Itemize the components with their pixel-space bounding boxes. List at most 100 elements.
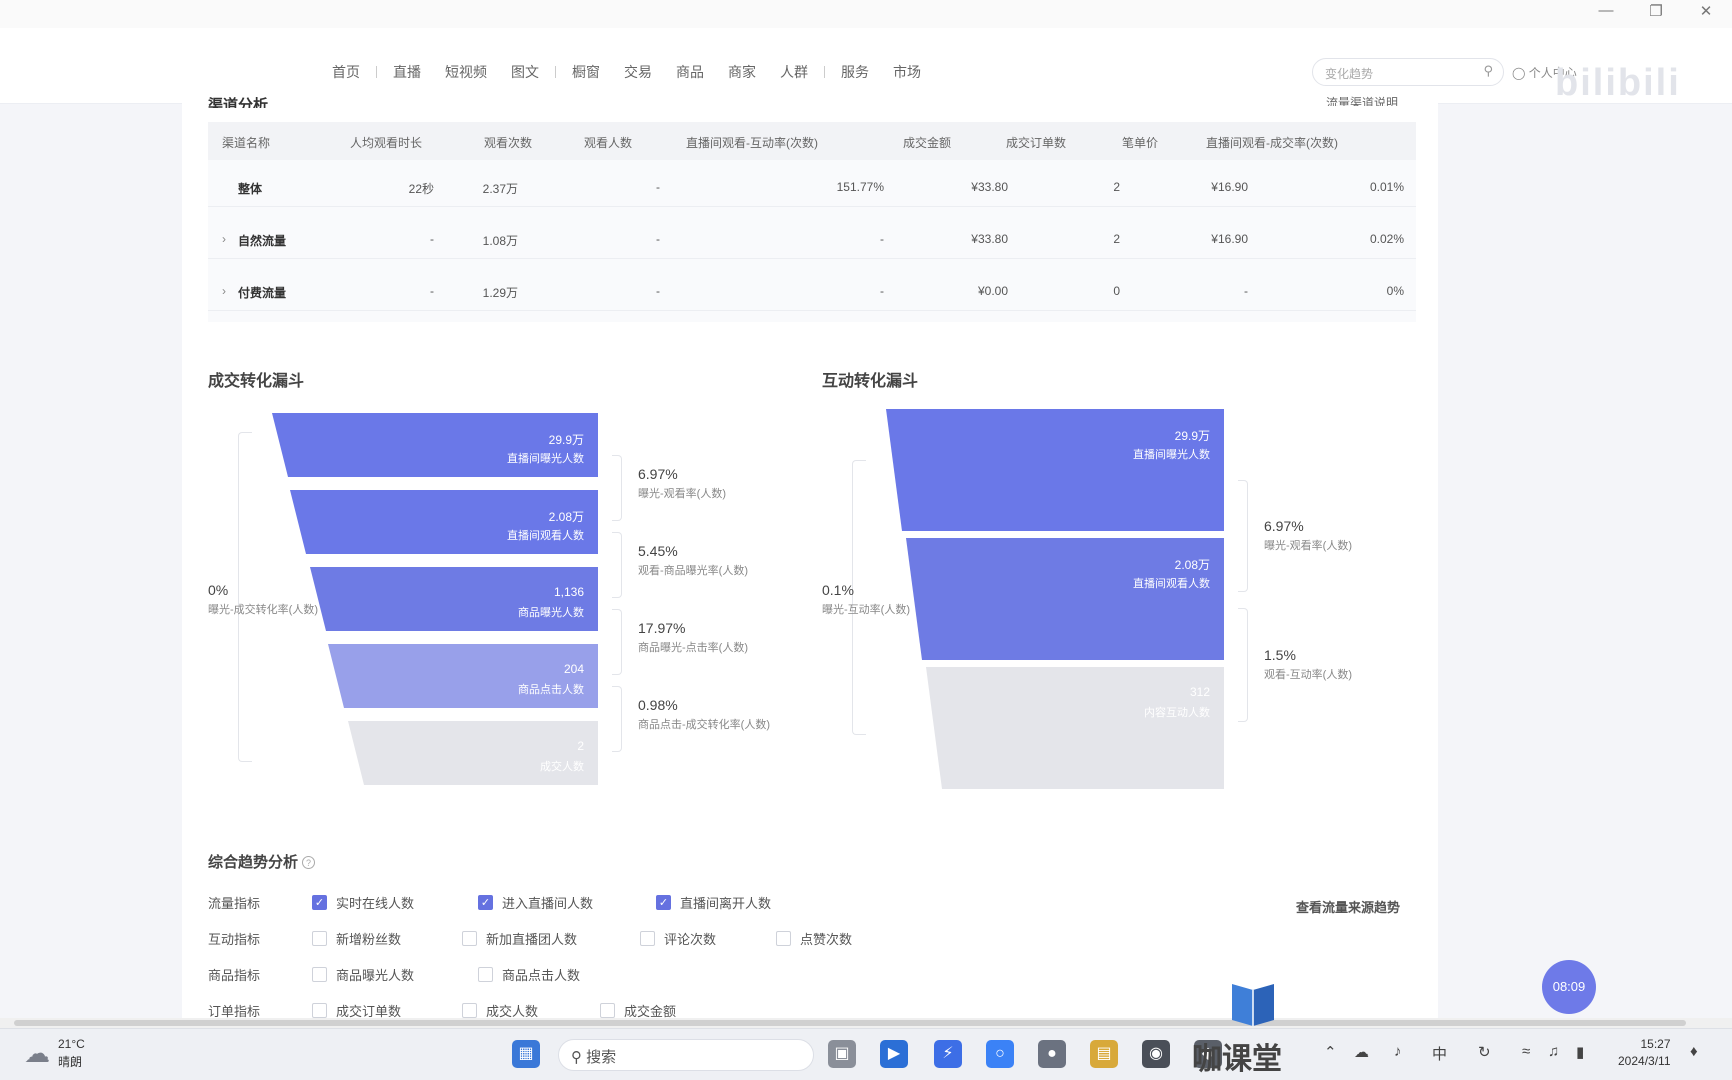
checkbox-empty-icon[interactable] bbox=[312, 967, 327, 982]
nav-item[interactable]: 交易 bbox=[612, 62, 664, 82]
minimize-button[interactable]: — bbox=[1586, 2, 1626, 19]
nav-item[interactable]: 图文 bbox=[499, 62, 551, 82]
restore-button[interactable]: ❐ bbox=[1636, 2, 1676, 20]
notification-bell-icon[interactable]: ♦ bbox=[1690, 1043, 1698, 1060]
cell-orders: 2 bbox=[1113, 232, 1120, 246]
funnel-stage[interactable]: 1,136 商品曝光人数 bbox=[310, 567, 598, 631]
search-input[interactable]: 变化趋势 ⚲ bbox=[1312, 58, 1504, 86]
stage-label: 直播间曝光人数 bbox=[507, 453, 584, 465]
col-header: 观看次数 bbox=[484, 136, 533, 150]
metric-checkbox[interactable]: 评论次数 bbox=[640, 929, 716, 948]
cell-conv-rate: 0.01% bbox=[1369, 180, 1404, 194]
close-button[interactable]: ✕ bbox=[1686, 2, 1726, 20]
weather-widget[interactable]: ☁ 21°C 晴朗 bbox=[24, 1037, 85, 1070]
metric-checkbox[interactable]: ✓ 实时在线人数 bbox=[312, 893, 414, 912]
meeting-app-icon[interactable]: ▶ bbox=[880, 1040, 908, 1068]
search-icon[interactable]: ⚲ bbox=[1483, 63, 1493, 79]
sync-icon[interactable]: ↻ bbox=[1478, 1043, 1491, 1061]
conversion-rate: 5.45% 观看-商品曝光率(人数) bbox=[638, 543, 748, 578]
cell-avg-time: 22秒 bbox=[408, 182, 434, 196]
funnel-stage[interactable]: 2 成交人数 bbox=[348, 721, 598, 785]
checkbox-checked-icon[interactable]: ✓ bbox=[312, 895, 327, 910]
nav-item[interactable]: 服务 bbox=[829, 62, 881, 82]
cloud-icon[interactable]: ☁ bbox=[1354, 1043, 1369, 1061]
checkbox-checked-icon[interactable]: ✓ bbox=[478, 895, 493, 910]
nav-item[interactable]: 短视频 bbox=[433, 62, 499, 82]
cell-unit-price: ¥16.90 bbox=[1211, 232, 1248, 246]
metric-checkbox[interactable]: 商品曝光人数 bbox=[312, 965, 414, 984]
nav-item[interactable]: 市场 bbox=[881, 62, 933, 82]
rate-percent: 5.45% bbox=[638, 543, 678, 559]
nav-item[interactable]: 商家 bbox=[716, 62, 768, 82]
start-icon[interactable]: ▦ bbox=[512, 1040, 540, 1068]
lightning-app-icon[interactable]: ⚡ bbox=[934, 1040, 962, 1068]
expand-chevron-icon[interactable]: › bbox=[222, 284, 226, 298]
wifi-icon[interactable]: ≈ bbox=[1522, 1043, 1530, 1060]
chevron-up-icon[interactable]: ⌃ bbox=[1324, 1043, 1337, 1061]
rate-label: 曝光-观看率(人数) bbox=[1264, 540, 1352, 552]
checkbox-empty-icon[interactable] bbox=[776, 931, 791, 946]
metric-checkbox[interactable]: ✓ 直播间离开人数 bbox=[656, 893, 771, 912]
stage-value: 312 bbox=[1189, 685, 1210, 699]
funnel-stage[interactable]: 2.08万 直播间观看人数 bbox=[906, 538, 1224, 660]
nav-item[interactable]: 首页 bbox=[320, 62, 372, 82]
metric-group-label: 互动指标 bbox=[208, 932, 261, 947]
interact-funnel-title: 互动转化漏斗 bbox=[822, 373, 919, 390]
checkbox-empty-icon[interactable] bbox=[462, 931, 477, 946]
deal-funnel-title: 成交转化漏斗 bbox=[208, 373, 305, 390]
task-view-icon[interactable]: ▣ bbox=[828, 1040, 856, 1068]
timer-badge[interactable]: 08:09 bbox=[1542, 960, 1596, 1014]
volume-icon[interactable]: ♫ bbox=[1548, 1043, 1559, 1060]
metric-checkbox[interactable]: 新增粉丝数 bbox=[312, 929, 401, 948]
taskbar-search[interactable]: ⚲ 搜索 bbox=[558, 1039, 814, 1071]
ime-indicator[interactable]: 中 bbox=[1432, 1043, 1447, 1064]
metric-option-label: 商品点击人数 bbox=[502, 968, 581, 983]
funnel-stage[interactable]: 312 内容互动人数 bbox=[926, 667, 1224, 789]
cell-name: 自然流量 bbox=[238, 234, 287, 248]
wechat-icon[interactable]: ● bbox=[1038, 1040, 1066, 1068]
nav-item[interactable]: 橱窗 bbox=[560, 62, 612, 82]
checkbox-empty-icon[interactable] bbox=[312, 931, 327, 946]
view-traffic-source-trend-link[interactable]: 查看流量来源趋势 bbox=[1296, 897, 1400, 916]
cell-gmv: ¥0.00 bbox=[977, 284, 1008, 298]
microphone-icon[interactable]: ♪ bbox=[1394, 1043, 1402, 1060]
checkbox-checked-icon[interactable]: ✓ bbox=[656, 895, 671, 910]
nav-item[interactable]: 人群 bbox=[768, 62, 820, 82]
checkbox-empty-icon[interactable] bbox=[600, 1003, 615, 1018]
metric-checkbox[interactable]: 商品点击人数 bbox=[478, 965, 580, 984]
col-header: 渠道名称 bbox=[222, 136, 271, 150]
table-row bbox=[208, 274, 1416, 322]
metric-checkbox[interactable]: ✓ 进入直播间人数 bbox=[478, 893, 593, 912]
funnel-stage[interactable]: 29.9万 直播间曝光人数 bbox=[272, 413, 598, 477]
battery-icon[interactable]: ▮ bbox=[1576, 1043, 1584, 1061]
metric-checkbox[interactable]: 点赞次数 bbox=[776, 929, 852, 948]
nav-item[interactable]: 直播 bbox=[381, 62, 433, 82]
rate-label: 商品点击-成交转化率(人数) bbox=[638, 719, 770, 731]
chat-app-icon[interactable]: ○ bbox=[986, 1040, 1014, 1068]
bilibili-watermark: bilibili bbox=[1555, 62, 1681, 104]
help-icon[interactable]: ? bbox=[302, 856, 316, 869]
checkbox-empty-icon[interactable] bbox=[312, 1003, 327, 1018]
checkbox-empty-icon[interactable] bbox=[478, 967, 493, 982]
funnel-stage[interactable]: 2.08万 直播间观看人数 bbox=[290, 490, 598, 554]
checkbox-empty-icon[interactable] bbox=[462, 1003, 477, 1018]
browser-icon[interactable]: ◉ bbox=[1142, 1040, 1170, 1068]
checkbox-empty-icon[interactable] bbox=[640, 931, 655, 946]
file-explorer-icon[interactable]: ▤ bbox=[1090, 1040, 1118, 1068]
cell-interact-rate: - bbox=[880, 284, 884, 298]
stage-label: 商品曝光人数 bbox=[518, 607, 584, 619]
channel-explain-link[interactable]: 流量渠道说明 bbox=[1326, 94, 1398, 106]
funnel-stage[interactable]: 204 商品点击人数 bbox=[328, 644, 598, 708]
expand-chevron-icon[interactable]: › bbox=[222, 232, 226, 246]
metric-checkbox[interactable]: 新加直播团人数 bbox=[462, 929, 577, 948]
system-clock[interactable]: 15:27 2024/3/11 bbox=[1618, 1037, 1671, 1068]
horizontal-scrollbar[interactable] bbox=[0, 1018, 1732, 1028]
funnel-stage[interactable]: 29.9万 直播间曝光人数 bbox=[886, 409, 1224, 531]
nav-item[interactable]: 商品 bbox=[664, 62, 716, 82]
conversion-rate: 6.97% 曝光-观看率(人数) bbox=[1264, 518, 1352, 553]
scrollbar-thumb[interactable] bbox=[14, 1020, 1686, 1026]
metric-group-row: 互动指标 新增粉丝数 新加直播团人数 评论次数 点赞次数 bbox=[208, 929, 852, 949]
cell-viewers: - bbox=[656, 232, 660, 246]
rate-bracket bbox=[612, 686, 622, 752]
table-row bbox=[208, 170, 1416, 218]
